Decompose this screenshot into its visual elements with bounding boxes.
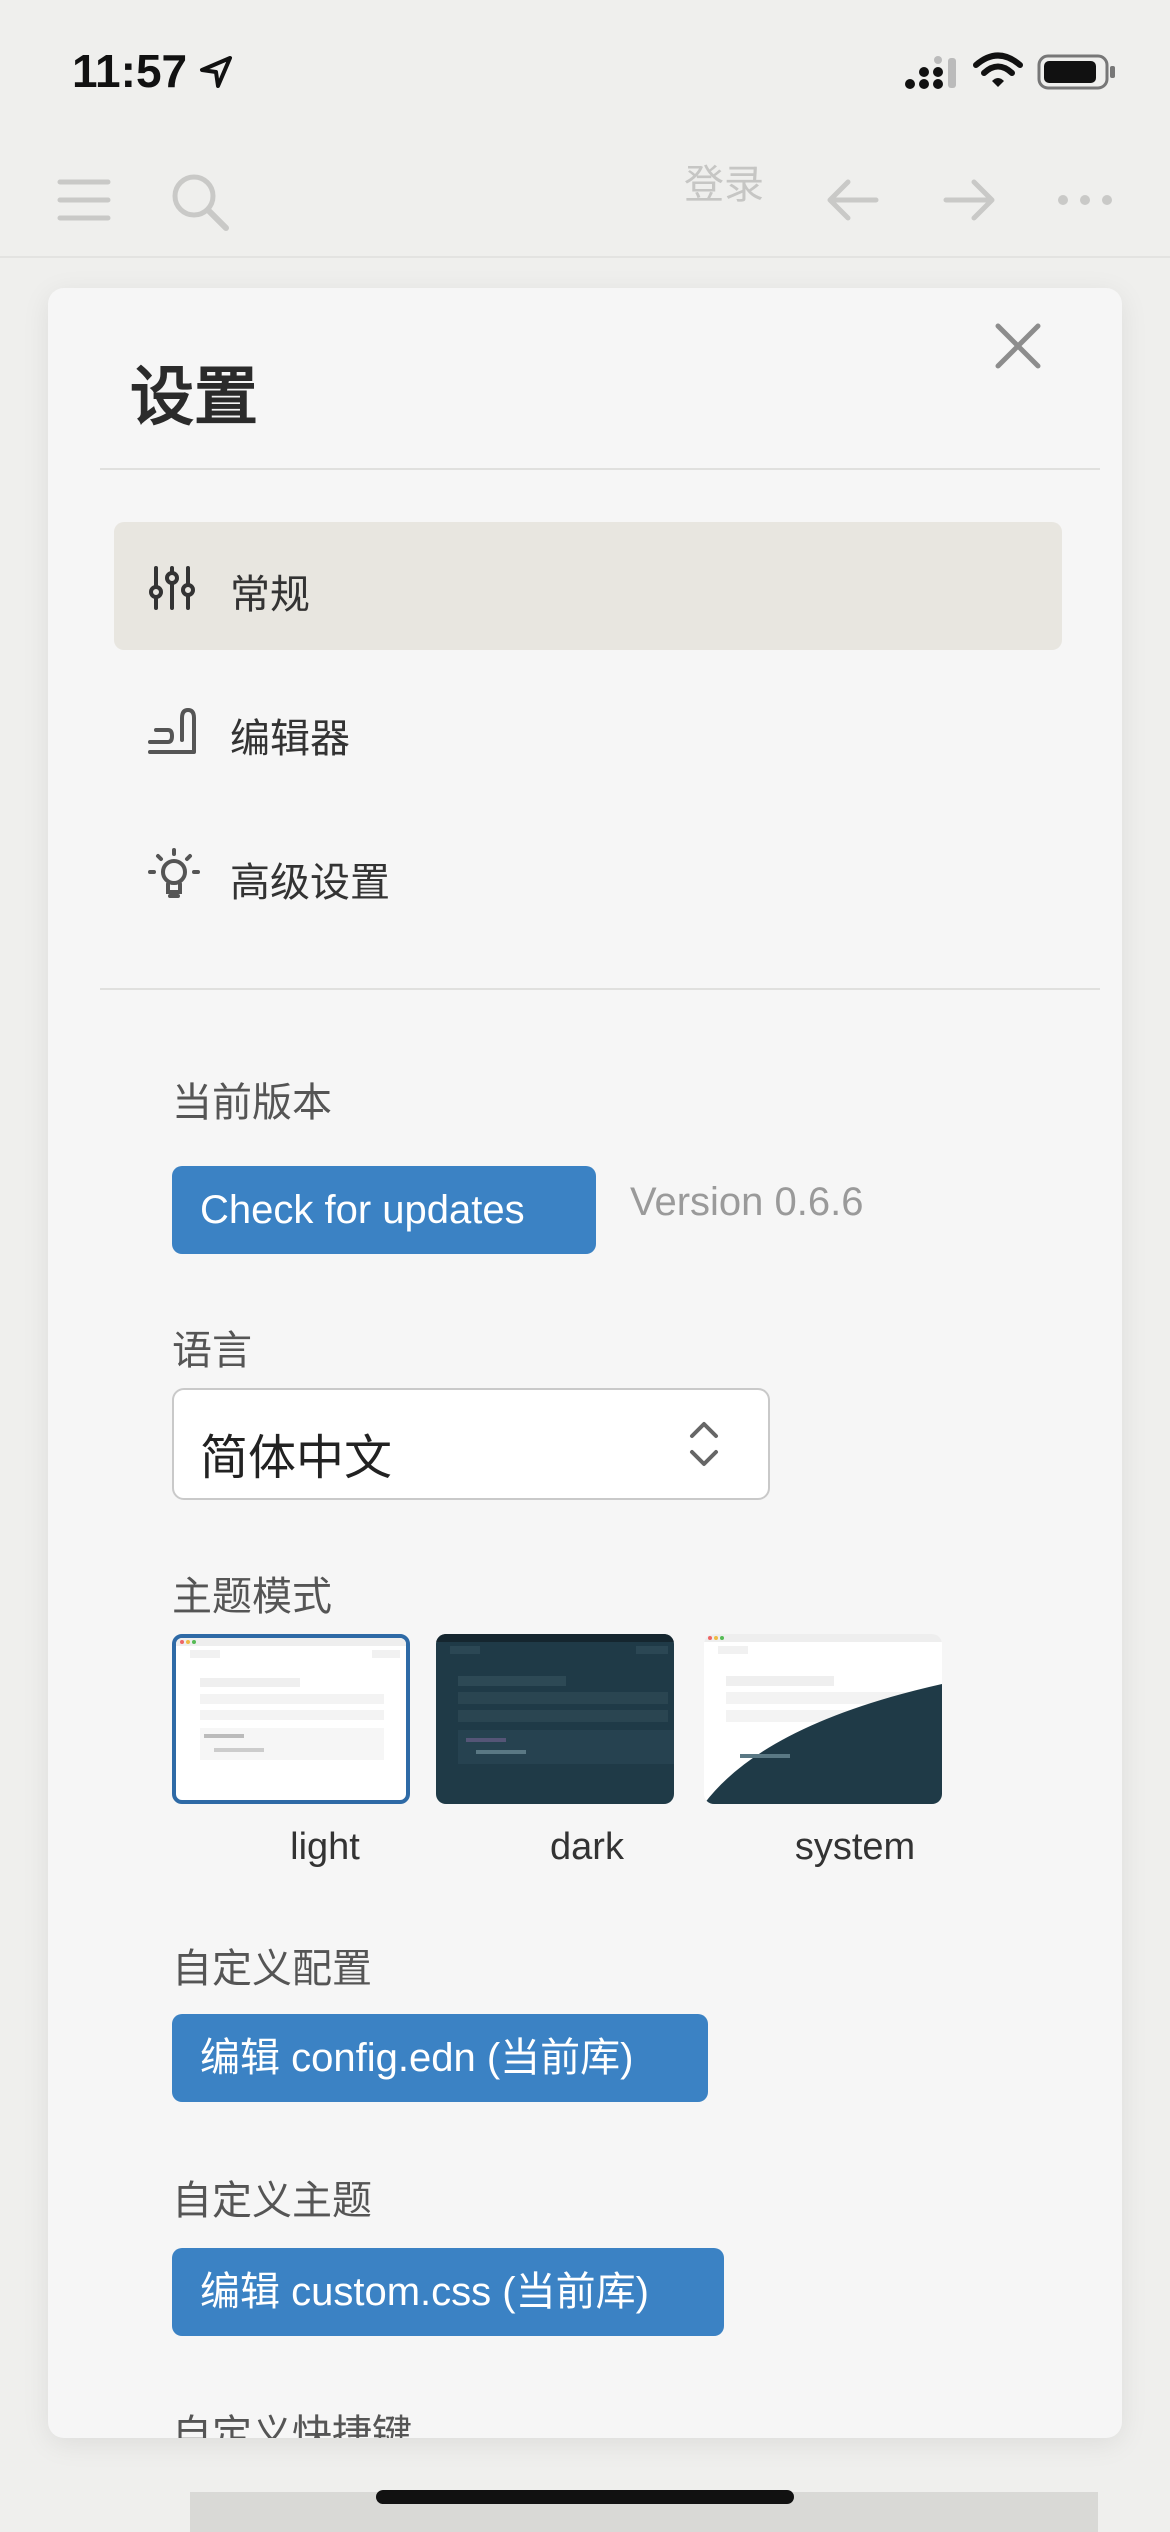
check-updates-button[interactable]: Check for updates	[172, 1166, 596, 1254]
version-text: Version 0.6.6	[630, 1180, 864, 1224]
custom-theme-label: 自定义主题	[172, 2178, 372, 2224]
edit-css-button[interactable]: 编辑 custom.css (当前库)	[172, 2248, 724, 2336]
back-arrow-icon[interactable]	[824, 176, 880, 224]
search-icon[interactable]	[168, 170, 232, 234]
bulb-icon	[148, 848, 200, 898]
custom-shortcuts-label: 自定义快捷键	[172, 2412, 412, 2438]
login-button[interactable]: 登录	[684, 152, 764, 210]
language-select[interactable]: 简体中文	[172, 1388, 770, 1500]
settings-modal: 设置 常规 编辑器 高级设置 当前版本 Check for updates Ve…	[48, 288, 1122, 2438]
editor-icon	[148, 708, 196, 754]
theme-preview-system	[704, 1634, 942, 1804]
nav-item-label: 高级设置	[230, 860, 390, 906]
nav-item-label: 常规	[230, 572, 310, 618]
status-time: 11:57	[72, 45, 188, 97]
theme-option-system[interactable]	[704, 1634, 942, 1804]
language-label: 语言	[172, 1328, 252, 1374]
menu-icon[interactable]	[56, 176, 112, 224]
divider	[100, 988, 1100, 990]
theme-label-light: light	[290, 1826, 360, 1868]
theme-option-light[interactable]	[172, 1634, 410, 1804]
divider	[100, 468, 1100, 470]
battery-icon	[1037, 54, 1115, 90]
nav-item-label: 编辑器	[230, 716, 350, 762]
theme-option-dark[interactable]	[436, 1634, 674, 1804]
home-indicator	[376, 2490, 794, 2504]
language-select-value: 简体中文	[200, 1430, 393, 1486]
nav-item-advanced[interactable]: 高级设置	[114, 810, 1062, 938]
location-arrow-icon	[200, 56, 232, 88]
modal-title: 设置	[130, 361, 258, 435]
theme-preview-light	[176, 1638, 406, 1760]
status-bar: 11:57	[0, 0, 1170, 140]
custom-config-label: 自定义配置	[172, 1946, 372, 1992]
chevron-up-down-icon	[690, 1422, 718, 1466]
top-toolbar	[0, 140, 1170, 258]
sliders-icon	[149, 566, 195, 610]
theme-mode-label: 主题模式	[172, 1574, 332, 1620]
nav-item-general[interactable]: 常规	[114, 522, 1062, 650]
current-version-label: 当前版本	[172, 1080, 332, 1126]
wifi-icon	[973, 52, 1023, 87]
edit-config-button[interactable]: 编辑 config.edn (当前库)	[172, 2014, 708, 2102]
theme-label-dark: dark	[550, 1826, 624, 1868]
forward-arrow-icon[interactable]	[942, 176, 998, 224]
theme-preview-dark	[436, 1634, 674, 1764]
nav-item-editor[interactable]: 编辑器	[114, 666, 1062, 794]
close-icon[interactable]	[990, 318, 1046, 374]
cellular-signal-icon	[905, 56, 956, 89]
theme-label-system: system	[794, 1826, 916, 1868]
more-icon[interactable]	[1056, 190, 1114, 210]
